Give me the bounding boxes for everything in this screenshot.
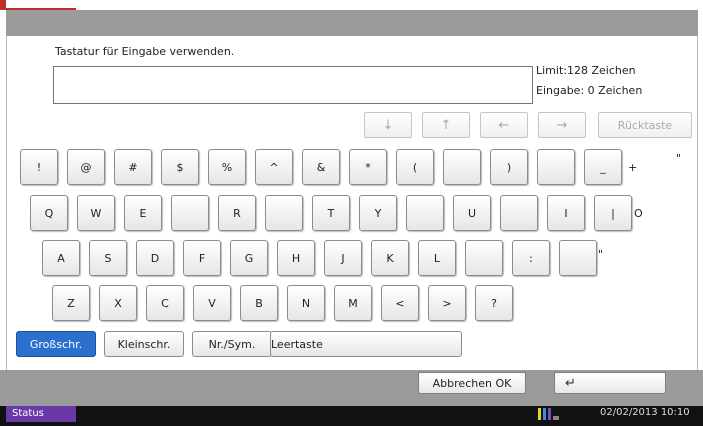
key-row4-9[interactable]: ? [475,285,513,321]
keyboard-screen: Tastatur für Eingabe verwenden. Limit:12… [0,0,703,426]
limit-label: Limit: [536,64,567,77]
key-row1-6[interactable]: & [302,149,340,185]
key-o[interactable]: O [634,207,643,220]
limit-info: Limit:128 Zeichen [536,64,636,77]
arrow-left-icon: ← [498,118,510,133]
lowercase-mode-button[interactable]: Kleinschr. [104,331,184,357]
limit-value: 128 [566,64,588,77]
key-row1-4[interactable]: % [208,149,246,185]
entry-label: Eingabe: [536,84,585,97]
cursor-up-button[interactable]: ↑ [422,112,470,138]
cancel-ok-button[interactable]: Abbrechen OK [418,372,526,394]
title-bar [6,10,698,36]
key-row1-5[interactable]: ^ [255,149,293,185]
key-row1-2[interactable]: # [114,149,152,185]
key-row3-11[interactable] [559,240,597,276]
instruction-text: Tastatur für Eingabe verwenden. [55,45,235,58]
status-button[interactable]: Status [6,406,76,422]
key-row1-0[interactable]: ! [20,149,58,185]
key-row4-5[interactable]: N [287,285,325,321]
key-row4-2[interactable]: C [146,285,184,321]
uppercase-mode-button[interactable]: Großschr. [16,331,96,357]
arrow-down-icon: ↓ [382,118,394,133]
key-row2-6[interactable]: T [312,195,350,231]
key-row1-3[interactable]: $ [161,149,199,185]
key-row4-0[interactable]: Z [52,285,90,321]
key-row2-5[interactable] [265,195,303,231]
key-plus[interactable]: + [628,161,637,174]
key-row2-0[interactable]: Q [30,195,68,231]
cursor-down-button[interactable]: ↓ [364,112,412,138]
status-bar [0,406,703,426]
key-row1-8[interactable]: ( [396,149,434,185]
key-row1-10[interactable]: ) [490,149,528,185]
key-row4-8[interactable]: > [428,285,466,321]
key-row1-1[interactable]: @ [67,149,105,185]
cursor-right-button[interactable]: → [538,112,586,138]
key-row3-10[interactable]: : [512,240,550,276]
limit-unit: Zeichen [591,64,636,77]
key-row4-6[interactable]: M [334,285,372,321]
signal-bars-icon [538,408,559,420]
space-bar[interactable]: Leertaste [270,331,462,357]
key-row2-7[interactable]: Y [359,195,397,231]
key-row4-4[interactable]: B [240,285,278,321]
key-row2-8[interactable] [406,195,444,231]
key-row1-9[interactable] [443,149,481,185]
text-input-field[interactable] [53,66,533,104]
key-row3-5[interactable]: H [277,240,315,276]
enter-icon: ↵ [565,376,576,391]
key-row2-3[interactable] [171,195,209,231]
key-row3-4[interactable]: G [230,240,268,276]
key-row2-1[interactable]: W [77,195,115,231]
key-row4-7[interactable]: < [381,285,419,321]
arrow-right-icon: → [556,118,568,133]
key-row3-0[interactable]: A [42,240,80,276]
key-row2-9[interactable]: U [453,195,491,231]
date-time: 02/02/2013 10:10 [600,407,690,418]
key-row2-2[interactable]: E [124,195,162,231]
key-row3-7[interactable]: K [371,240,409,276]
key-row3-2[interactable]: D [136,240,174,276]
key-row1-11[interactable] [537,149,575,185]
key-doublequote[interactable]: " [598,248,603,261]
number-symbol-mode-button[interactable]: Nr./Sym. [192,331,272,357]
key-row2-10[interactable] [500,195,538,231]
key-row2-11[interactable]: I [547,195,585,231]
key-row2-12[interactable]: | [594,195,632,231]
key-row3-8[interactable]: L [418,240,456,276]
key-row4-3[interactable]: V [193,285,231,321]
key-row1-7[interactable]: * [349,149,387,185]
key-row4-1[interactable]: X [99,285,137,321]
entry-value: 0 [587,84,595,97]
key-quote[interactable]: " [676,152,681,165]
key-row3-3[interactable]: F [183,240,221,276]
corner-accent [0,0,76,10]
key-row3-9[interactable] [465,240,503,276]
enter-button[interactable]: ↵ [554,372,666,394]
key-row1-12[interactable]: _ [584,149,622,185]
entry-info: Eingabe: 0 Zeichen [536,84,642,97]
entry-unit: Zeichen [598,84,643,97]
backspace-button[interactable]: Rücktaste [598,112,692,138]
key-row2-4[interactable]: R [218,195,256,231]
key-row3-6[interactable]: J [324,240,362,276]
arrow-up-icon: ↑ [440,118,452,133]
cursor-left-button[interactable]: ← [480,112,528,138]
key-row3-1[interactable]: S [89,240,127,276]
